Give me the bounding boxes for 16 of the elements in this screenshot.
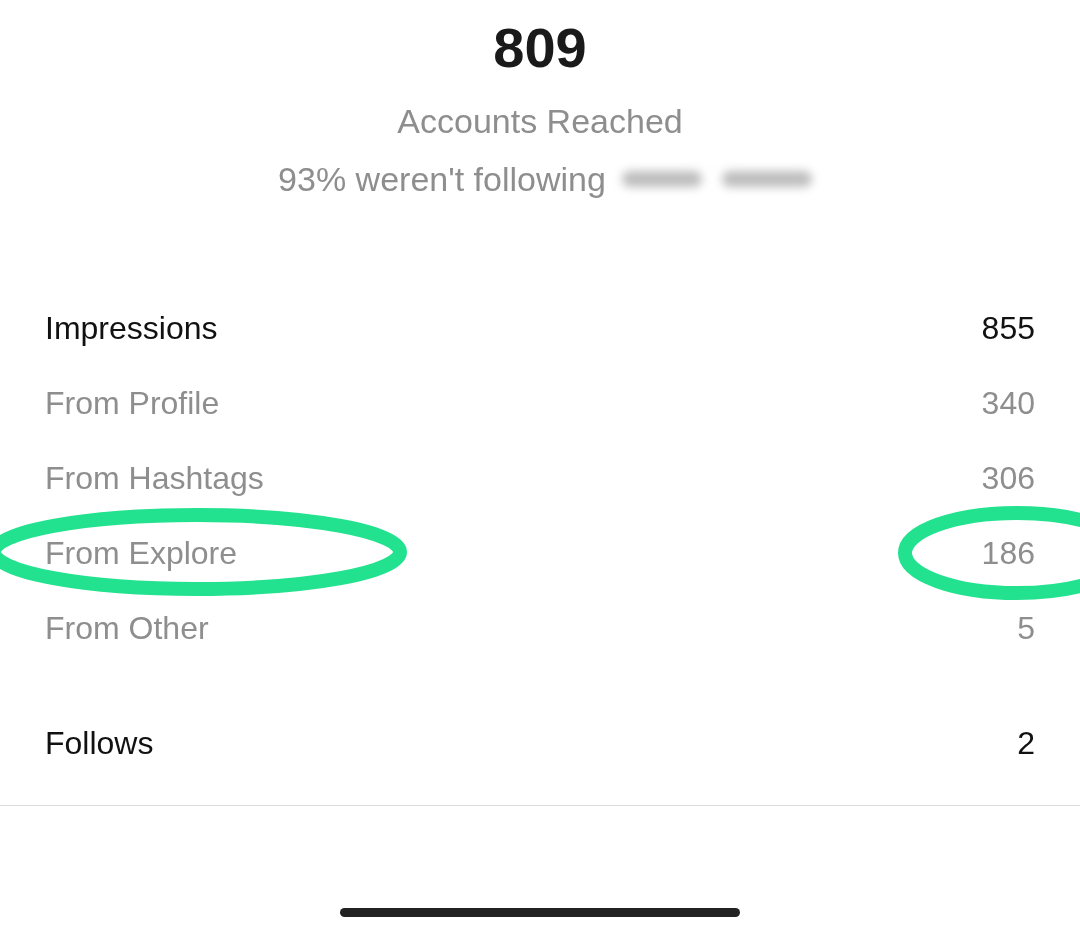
stat-value: 5 (1017, 608, 1035, 648)
stat-label: From Explore (45, 533, 238, 573)
stat-label: From Hashtags (45, 458, 264, 498)
stat-value: 855 (981, 308, 1035, 348)
stat-label: Impressions (45, 308, 218, 348)
stat-value: 306 (981, 458, 1035, 498)
reach-label: Accounts Reached (397, 101, 683, 142)
stat-value: 2 (1017, 723, 1035, 763)
stat-label: Follows (45, 723, 154, 763)
stat-label: From Other (45, 608, 209, 648)
home-indicator[interactable] (340, 908, 740, 917)
stat-value: 340 (981, 383, 1035, 423)
stat-label: From Profile (45, 383, 220, 423)
reach-note: 93% weren't following (278, 159, 606, 200)
reach-count: 809 (493, 15, 587, 81)
stat-value: 186 (981, 533, 1035, 573)
